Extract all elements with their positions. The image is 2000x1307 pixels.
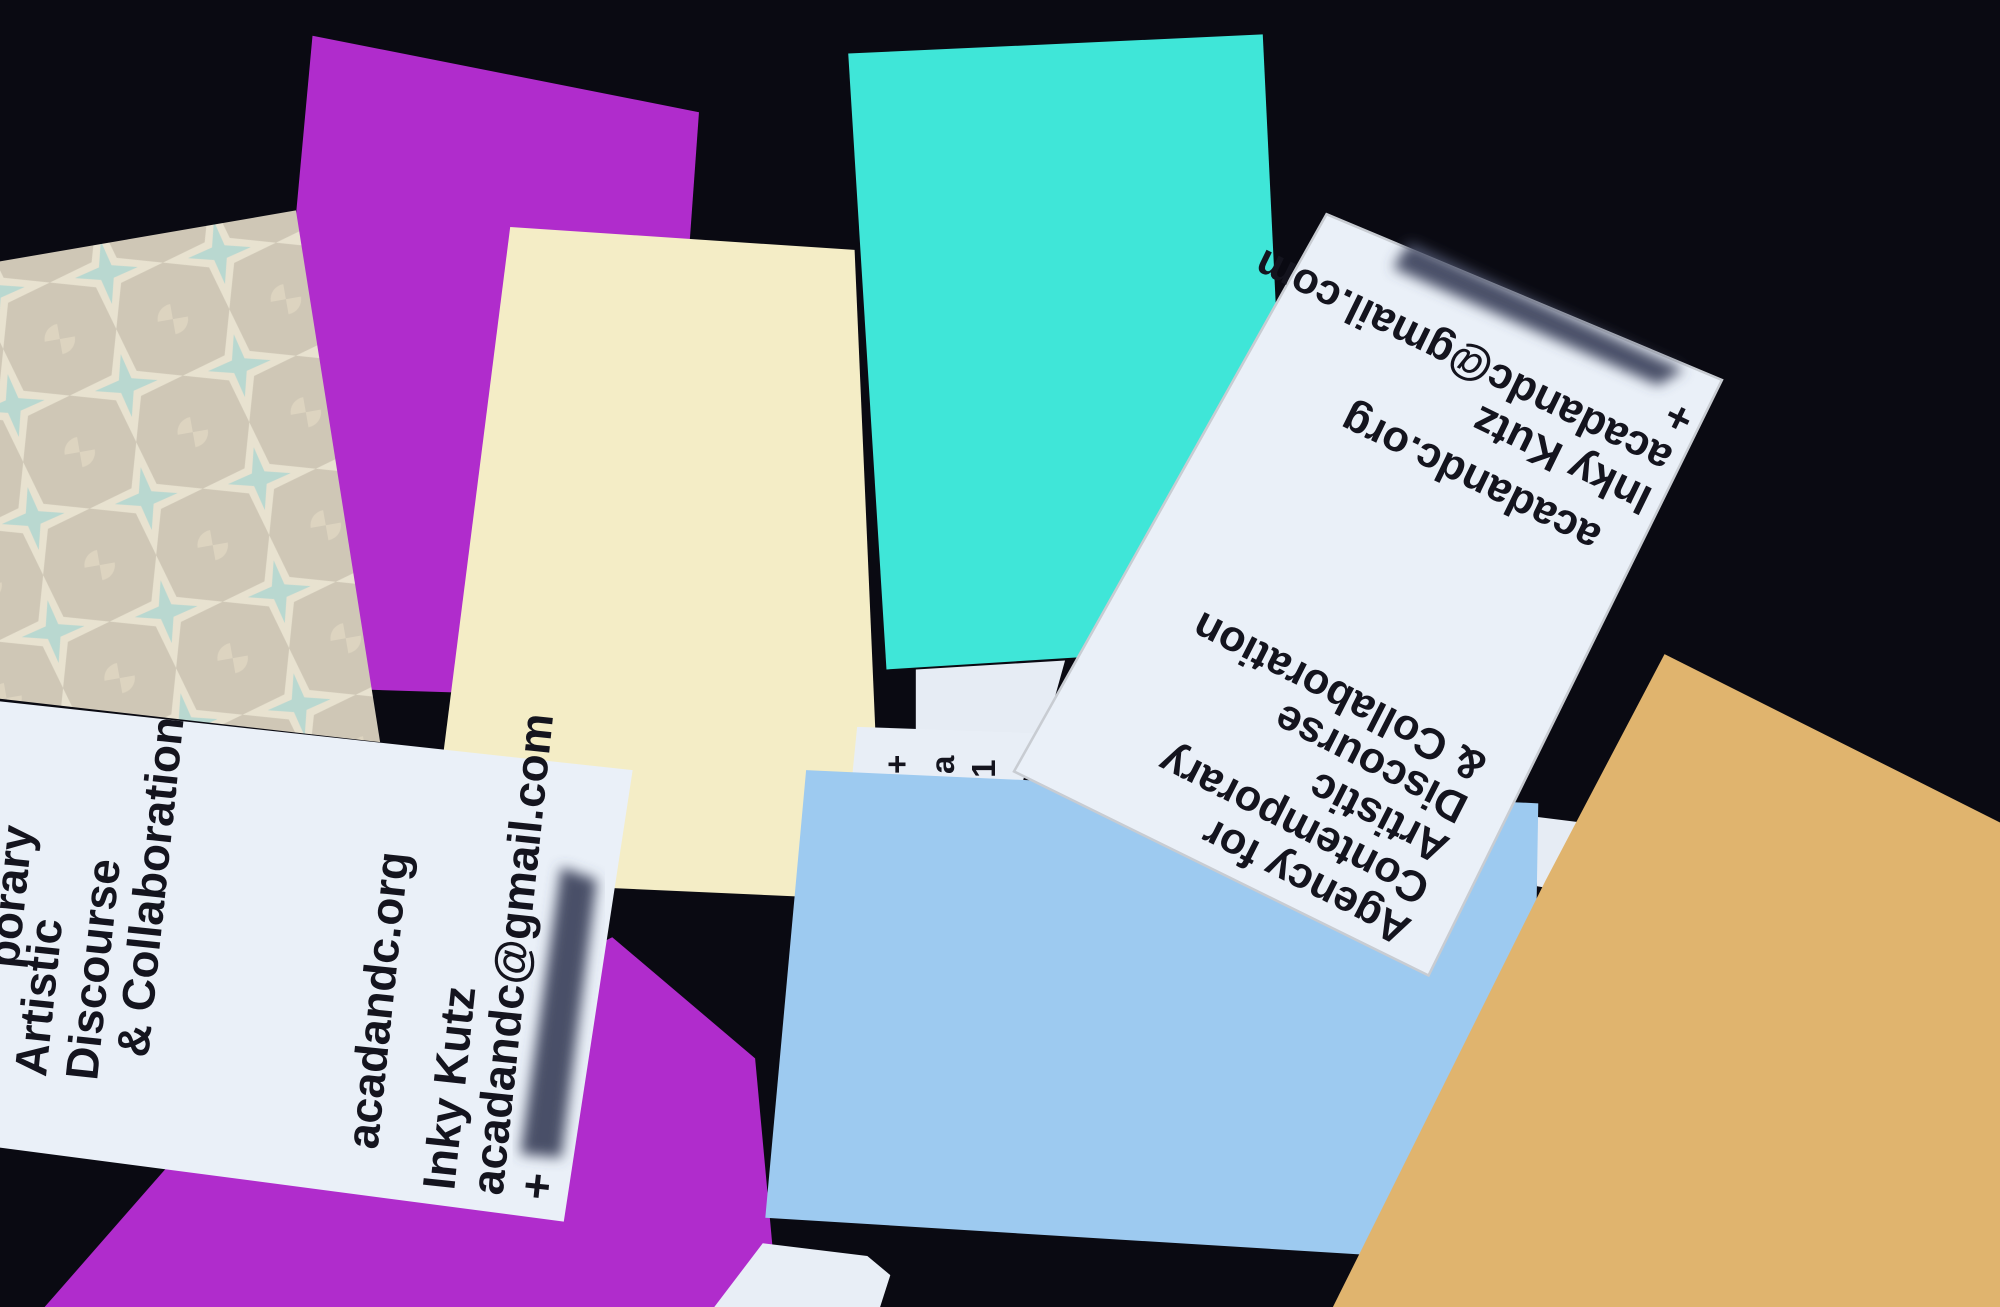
partial-glyph: a (925, 755, 962, 774)
left-card-phone-prefix: + (509, 1170, 564, 1202)
partial-glyph: + (879, 755, 916, 774)
partial-glyph: 1 (966, 759, 1003, 777)
business-cards-photo: + a 1 Agency for Contemporary Artistic D… (0, 0, 2000, 1307)
